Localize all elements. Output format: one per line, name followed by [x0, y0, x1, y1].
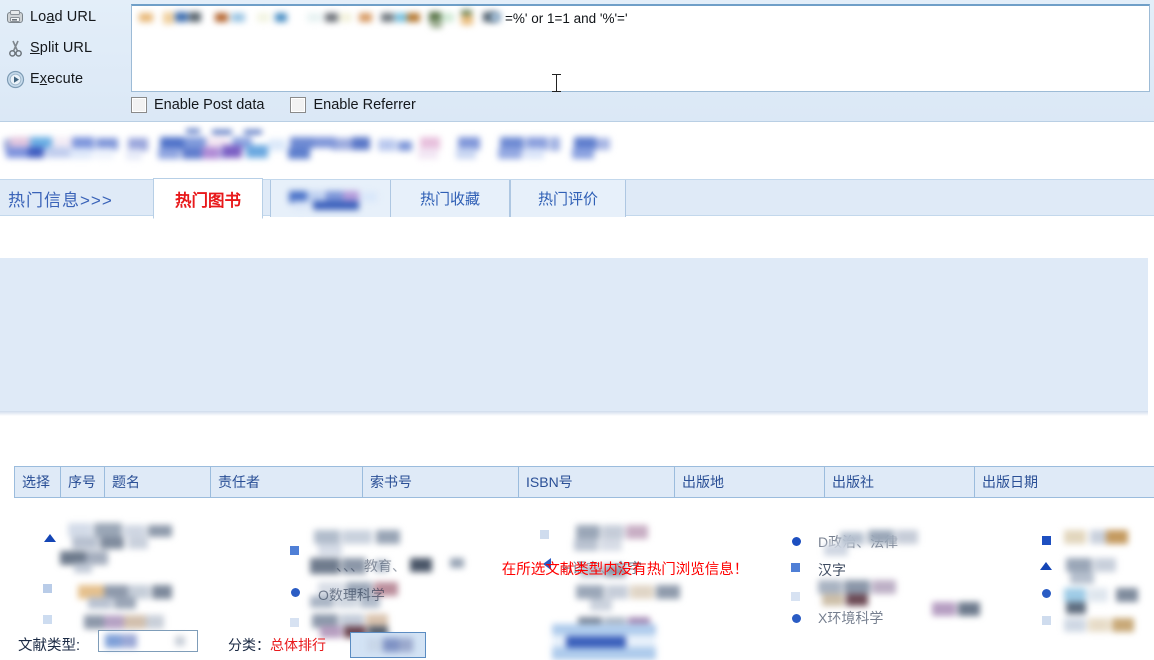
tab-hot-reviews[interactable]: 热门评价	[510, 180, 626, 217]
category-bullet-icon[interactable]	[540, 530, 549, 539]
url-textarea[interactable]: =%' or 1=1 and '%'='	[131, 4, 1150, 92]
load-url-button[interactable]: Load URL	[0, 3, 128, 31]
col-publish-date[interactable]: 出版日期	[975, 467, 1154, 498]
category-bullet-icon[interactable]	[290, 618, 299, 627]
split-url-button[interactable]: Split URL	[0, 34, 128, 62]
col-select[interactable]: 选择	[15, 467, 61, 498]
url-sqli-payload: =%' or 1=1 and '%'='	[505, 11, 628, 26]
empty-results-text: 在所选文献类型内没有热门浏览信息！	[502, 562, 749, 578]
checkbox-icon[interactable]	[290, 97, 306, 113]
panel-shadow	[0, 411, 1148, 416]
col-isbn[interactable]: ISBN号	[519, 467, 675, 498]
col-publish-place[interactable]: 出版地	[675, 467, 825, 498]
enable-post-data-checkbox[interactable]: Enable Post data	[131, 97, 264, 113]
category-bullet-icon[interactable]	[43, 615, 52, 624]
url-blurred-prefix-2	[491, 10, 503, 27]
results-table-wrapper: 选择 序号 题名 责任者 索书号 ISBN号 出版地 出版社 出版日期	[14, 466, 1154, 498]
category-bullet-icon[interactable]	[791, 592, 800, 601]
rank-label: 分类：总体排行	[228, 635, 326, 655]
load-url-label: Load URL	[30, 9, 96, 25]
hot-info-tabbar: 热门信息>>> 热门图书 热门收藏 热门评价	[0, 179, 1154, 216]
category-bullet-icon[interactable]	[291, 588, 300, 597]
tab-hot-borrow[interactable]	[270, 180, 392, 217]
hackbar-toolbar: Load URL Split URL Execute	[0, 0, 1154, 122]
col-author[interactable]: 责任者	[211, 467, 363, 498]
enable-referrer-label: Enable Referrer	[313, 97, 415, 113]
col-title[interactable]: 题名	[105, 467, 211, 498]
site-navigation-bar[interactable]	[0, 123, 1154, 175]
table-header-row: 选择 序号 题名 责任者 索书号 ISBN号 出版地 出版社 出版日期	[15, 467, 1154, 498]
tab-hot-reviews-label: 热门评价	[538, 188, 598, 209]
category-label-math[interactable]: O数理科学	[318, 585, 385, 605]
category-bullet-icon[interactable]	[1042, 536, 1051, 545]
category-bullet-icon[interactable]	[792, 537, 801, 546]
checkbox-icon[interactable]	[131, 97, 147, 113]
col-publisher[interactable]: 出版社	[825, 467, 975, 498]
url-blurred-prefix	[137, 10, 491, 27]
tab-hot-borrow-label	[271, 180, 391, 217]
category-filter-panel: O数理科学 、、、教育、 H语言、文字 D政治、法律 汉字 X环境科学	[0, 258, 1148, 411]
category-bullet-icon[interactable]	[43, 584, 52, 593]
hot-info-heading: 热门信息>>>	[8, 186, 113, 211]
site-nav-blurred-links[interactable]	[0, 123, 620, 175]
submit-button[interactable]	[350, 632, 426, 658]
scissors-icon	[0, 39, 30, 58]
enable-post-data-label: Enable Post data	[154, 97, 264, 113]
category-bullet-icon[interactable]	[1042, 589, 1051, 598]
tab-hot-favorites[interactable]: 热门收藏	[390, 180, 510, 217]
doc-type-select[interactable]	[98, 630, 198, 652]
category-column-4[interactable]	[812, 526, 1002, 636]
col-call-number[interactable]: 索书号	[363, 467, 519, 498]
category-bullet-icon[interactable]	[792, 614, 801, 623]
split-url-label: Split URL	[30, 40, 92, 56]
enable-referrer-checkbox[interactable]: Enable Referrer	[290, 97, 415, 113]
col-index[interactable]: 序号	[61, 467, 105, 498]
tab-hot-favorites-label: 热门收藏	[420, 188, 480, 209]
hackbar-options: Enable Post data Enable Referrer	[131, 97, 442, 113]
rank-label-prefix: 分类：	[228, 637, 270, 653]
text-cursor	[556, 74, 557, 92]
execute-button[interactable]: Execute	[0, 65, 128, 93]
rank-label-value: 总体排行	[270, 637, 326, 653]
category-bullet-icon[interactable]	[44, 534, 56, 542]
category-bullet-icon[interactable]	[290, 546, 299, 555]
submit-button-label	[367, 638, 413, 652]
category-column-5[interactable]	[1060, 526, 1154, 636]
doc-type-value	[105, 634, 185, 648]
category-bullet-icon[interactable]	[1042, 616, 1051, 625]
execute-label: Execute	[30, 71, 83, 87]
url-text: =%' or 1=1 and '%'='	[137, 10, 628, 27]
results-table: 选择 序号 题名 责任者 索书号 ISBN号 出版地 出版社 出版日期	[14, 466, 1154, 498]
category-selected-overlay[interactable]	[552, 624, 656, 660]
hackbar-action-list: Load URL Split URL Execute	[0, 0, 128, 96]
tab-hot-books-label: 热门图书	[175, 187, 241, 211]
tab-hot-books[interactable]: 热门图书	[153, 178, 263, 219]
load-url-icon	[0, 9, 30, 26]
empty-results-message: 在所选文献类型内没有热门浏览信息！	[0, 558, 1154, 579]
play-icon	[0, 70, 30, 89]
